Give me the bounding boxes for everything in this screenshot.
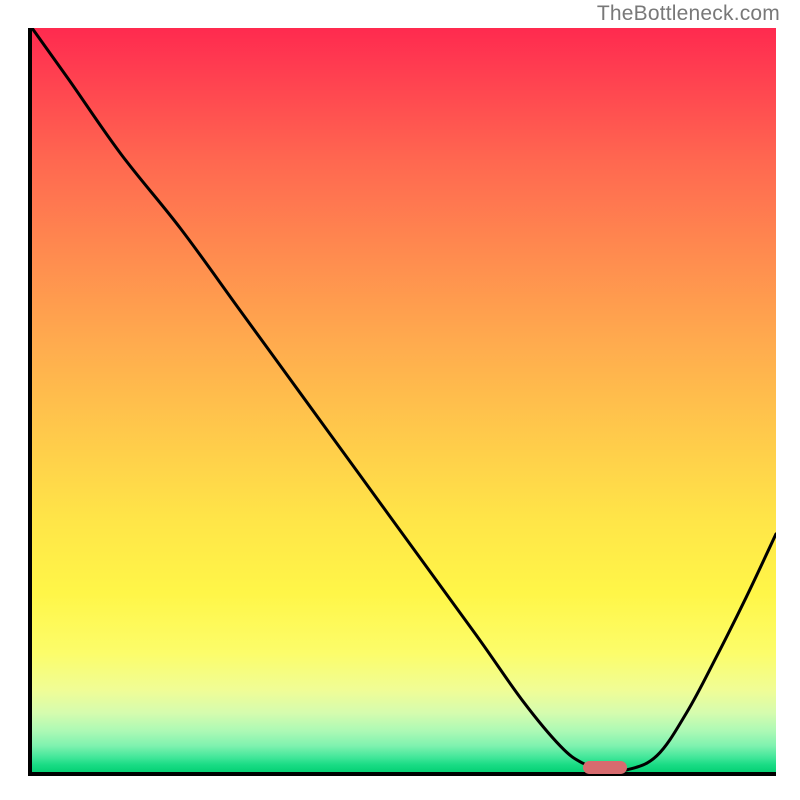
plot-area (28, 28, 776, 776)
bottleneck-curve (32, 28, 776, 772)
optimal-marker (583, 761, 628, 774)
chart-container: TheBottleneck.com (0, 0, 800, 800)
watermark-text: TheBottleneck.com (597, 2, 780, 26)
